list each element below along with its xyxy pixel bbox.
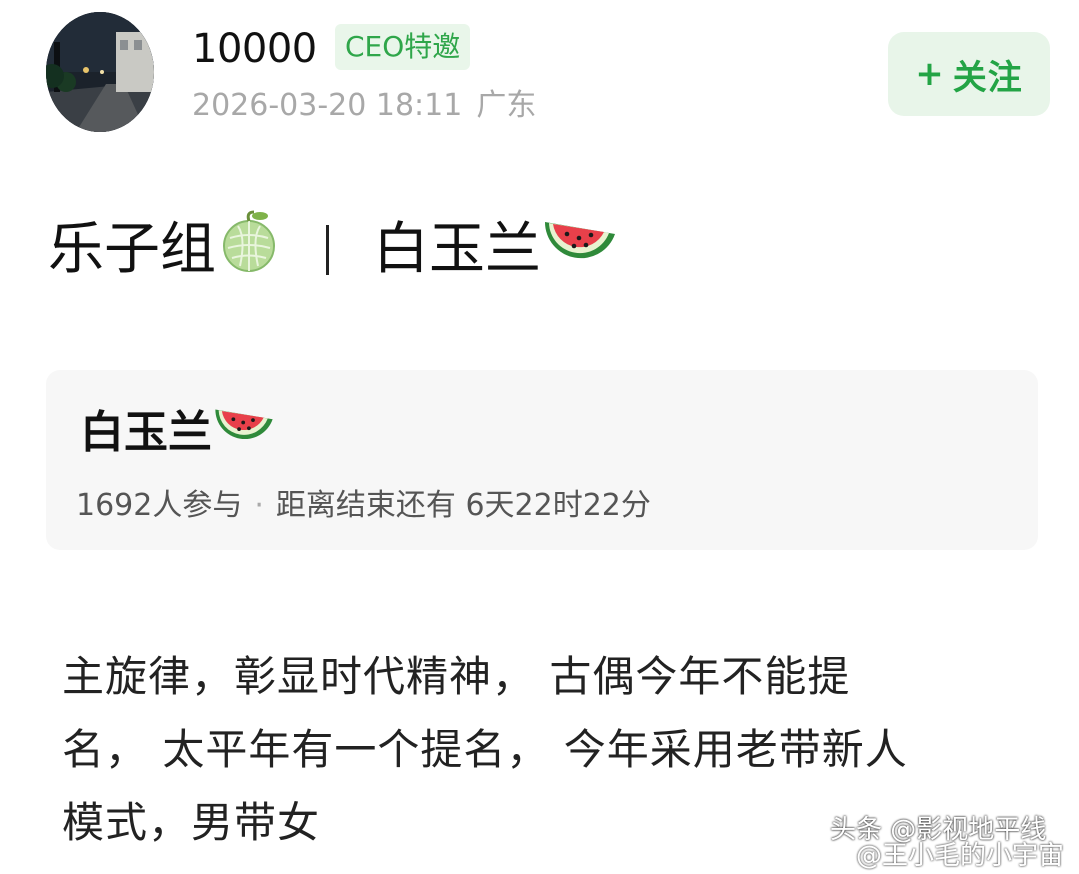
title-right: 白玉兰 bbox=[373, 217, 541, 282]
countdown-text: 距离结束还有 6天22时22分 bbox=[275, 488, 651, 523]
participants-count: 1692人参与 bbox=[76, 488, 243, 523]
body-line: 名， 太平年有一个提名， 今年采用老带新人 bbox=[62, 725, 908, 774]
melon-icon bbox=[216, 208, 282, 292]
follow-button[interactable]: + 关注 bbox=[888, 32, 1050, 116]
topic-name: 白玉兰 bbox=[80, 398, 276, 468]
avatar[interactable] bbox=[46, 12, 154, 132]
watermark-weibo-text: @王小毛的小宇宙 bbox=[856, 841, 1065, 871]
post-location: 广东 bbox=[476, 88, 537, 123]
watermelon-icon bbox=[212, 398, 276, 468]
watermelon-icon bbox=[541, 208, 619, 292]
title-divider bbox=[326, 225, 329, 275]
body-line: 主旋律，彰显时代精神， 古偶今年不能提 bbox=[62, 652, 851, 701]
title-left: 乐子组 bbox=[48, 217, 216, 282]
post-title: 乐子组 白玉兰 bbox=[48, 208, 619, 292]
topic-card[interactable]: 白玉兰 1692人参与 · 距离结束还有 6天22时22分 bbox=[46, 370, 1038, 550]
plus-icon: + bbox=[915, 54, 945, 94]
post-page: 10000 CEO特邀 2026-03-20 18:11 广东 + 关注 乐子组 … bbox=[0, 0, 1079, 874]
post-timestamp: 2026-03-20 18:11 bbox=[192, 88, 463, 123]
watermark-weibo: @王小毛的小宇宙 bbox=[830, 840, 1064, 873]
username[interactable]: 10000 bbox=[192, 25, 317, 73]
topic-stats: 1692人参与 · 距离结束还有 6天22时22分 bbox=[76, 486, 651, 526]
follow-label: 关注 bbox=[952, 57, 1023, 98]
stats-separator: · bbox=[254, 488, 264, 523]
weibo-icon bbox=[830, 841, 852, 873]
topic-name-text: 白玉兰 bbox=[80, 407, 212, 458]
ceo-badge: CEO特邀 bbox=[335, 24, 471, 70]
post-meta: 2026-03-20 18:11 广东 bbox=[192, 86, 536, 126]
